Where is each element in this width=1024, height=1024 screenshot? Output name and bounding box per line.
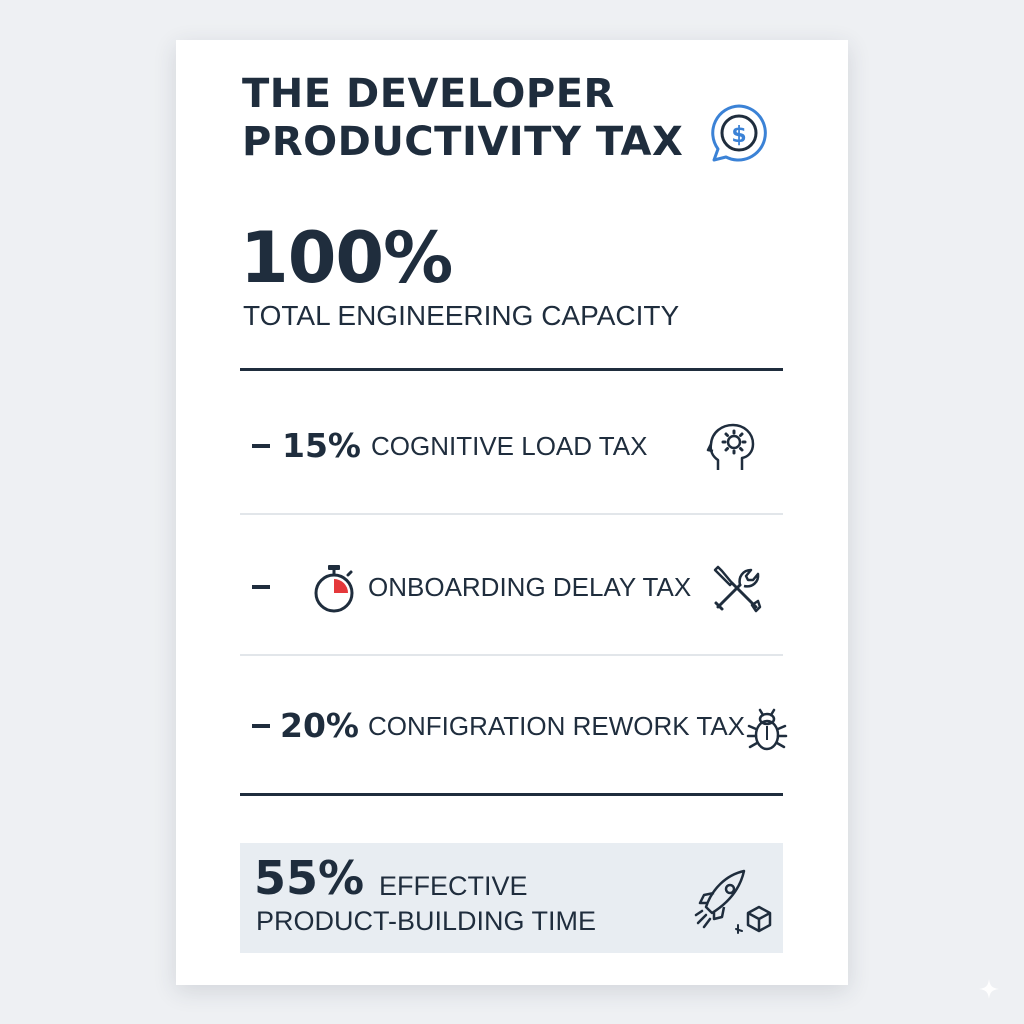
- title-line-1: THE DEVELOPER: [242, 71, 615, 117]
- divider-thin: [240, 513, 783, 515]
- tax-value: 15%: [282, 426, 361, 465]
- total-capacity-value: 100%: [240, 217, 453, 299]
- tax-label: CONFIGRATION REWORK TAX: [368, 711, 746, 741]
- tax-row-cognitive: 15% COGNITIVE LOAD TAX: [240, 416, 783, 476]
- tax-label: COGNITIVE LOAD TAX: [371, 431, 648, 461]
- result-label-line-1: EFFECTIVE: [379, 871, 528, 901]
- infographic-card: THE DEVELOPER PRODUCTIVITY TAX $ 100% TO…: [176, 40, 848, 985]
- dollar-chat-icon: $: [711, 104, 767, 162]
- minus-sign: [252, 444, 270, 448]
- divider-thin: [240, 654, 783, 656]
- svg-text:$: $: [731, 123, 746, 148]
- minus-sign: [252, 585, 270, 589]
- sparkle-icon: [979, 979, 999, 999]
- result-label-line-2: PRODUCT-BUILDING TIME: [256, 906, 597, 936]
- result-value: 55%: [254, 851, 365, 905]
- minus-sign: [252, 724, 270, 728]
- total-capacity-label: TOTAL ENGINEERING CAPACITY: [243, 300, 680, 331]
- tax-value: 20%: [280, 706, 359, 745]
- bug-icon: [746, 708, 788, 751]
- tax-row-configuration: 20% CONFIGRATION REWORK TAX: [240, 696, 788, 756]
- title-line-2: PRODUCTIVITY TAX: [242, 119, 684, 165]
- stopwatch-icon: [314, 565, 354, 613]
- tax-label: ONBOARDING DELAY TAX: [368, 572, 692, 602]
- result-box: 55% EFFECTIVE PRODUCT-BUILDING TIME: [240, 843, 783, 953]
- rocket-box-icon: [694, 869, 772, 934]
- divider-thick: [240, 368, 783, 371]
- divider-thick: [240, 793, 783, 796]
- brain-gear-icon: [706, 423, 755, 470]
- tax-row-onboarding: ONBOARDING DELAY TAX: [240, 557, 783, 617]
- wrench-screwdriver-icon: [713, 565, 762, 613]
- page-title: THE DEVELOPER PRODUCTIVITY TAX: [242, 70, 683, 166]
